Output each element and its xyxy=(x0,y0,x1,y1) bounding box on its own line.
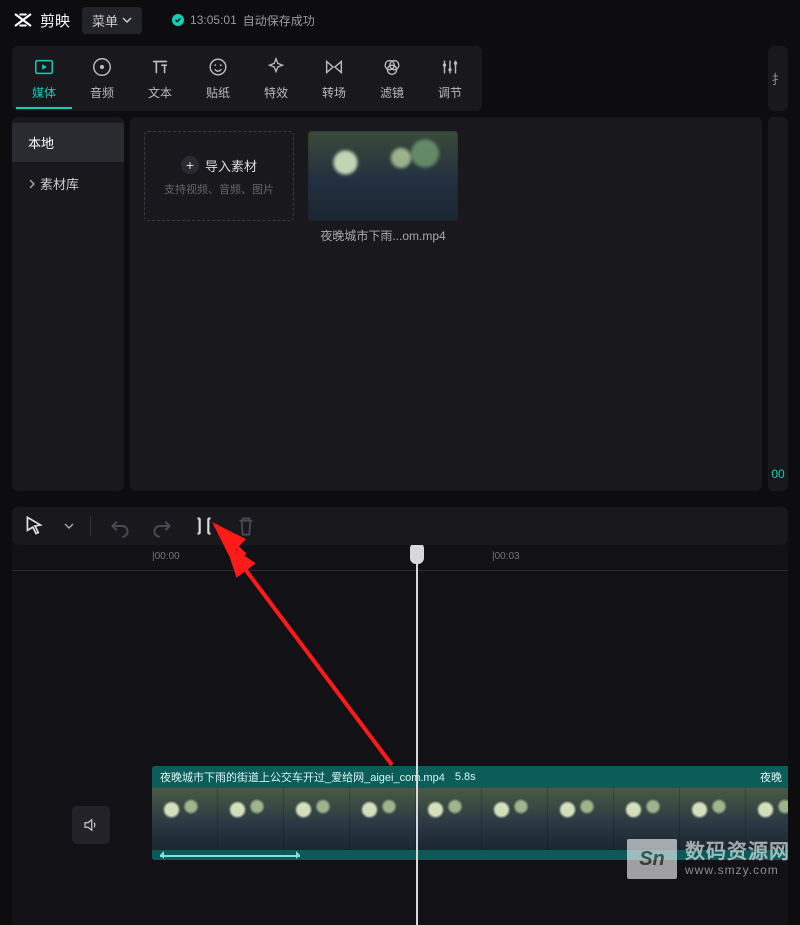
watermark: Sn 数码资源网 www.smzy.com xyxy=(627,839,790,879)
tab-filter[interactable]: 滤镜 xyxy=(364,52,420,109)
tab-label: 转场 xyxy=(322,84,346,101)
main-row: 本地 素材库 + 导入素材 支持视频、音频、图片 夜晚城市下雨...om.mp4… xyxy=(0,117,800,497)
chevron-down-icon[interactable] xyxy=(64,521,74,531)
tab-transition[interactable]: 转场 xyxy=(306,52,362,109)
playhead-handle[interactable] xyxy=(410,545,424,564)
watermark-url: www.smzy.com xyxy=(685,864,790,878)
tab-audio[interactable]: 音频 xyxy=(74,52,130,109)
chevron-right-icon xyxy=(28,179,36,189)
right-panel-marker: 扌 xyxy=(771,69,784,88)
tab-label: 媒体 xyxy=(32,84,56,101)
media-thumbnail[interactable] xyxy=(308,131,458,221)
app-logo: 剪映 xyxy=(12,9,70,31)
undo-button[interactable] xyxy=(107,513,133,539)
tab-label: 音频 xyxy=(90,84,114,101)
media-filename: 夜晚城市下雨...om.mp4 xyxy=(308,227,458,244)
timeline-toolbar xyxy=(12,507,788,545)
audio-icon xyxy=(91,56,113,78)
autosave-status: 13:05:01 自动保存成功 xyxy=(172,12,315,29)
import-media-box[interactable]: + 导入素材 支持视频、音频、图片 xyxy=(144,131,294,221)
tab-label: 调节 xyxy=(438,84,462,101)
plus-icon: + xyxy=(181,156,199,174)
nav-local[interactable]: 本地 xyxy=(12,123,124,162)
tab-adjust[interactable]: 调节 xyxy=(422,52,478,109)
nav-label: 本地 xyxy=(28,133,54,152)
transition-icon xyxy=(323,56,345,78)
media-panel: + 导入素材 支持视频、音频、图片 夜晚城市下雨...om.mp4 xyxy=(130,117,762,491)
speaker-icon xyxy=(82,816,100,834)
media-icon xyxy=(33,56,55,78)
tab-effects[interactable]: 特效 xyxy=(248,52,304,109)
tab-text[interactable]: 文本 xyxy=(132,52,188,109)
nav-library[interactable]: 素材库 xyxy=(12,164,124,203)
filter-icon xyxy=(381,56,403,78)
selection-tool[interactable] xyxy=(22,513,48,539)
clip-range-indicator xyxy=(160,853,300,857)
clip-filename: 夜晚城市下雨的街道上公交车开过_爱给网_aigei_com.mp4 xyxy=(160,769,445,785)
save-time: 13:05:01 xyxy=(190,13,237,27)
ruler-tick: |00:00 xyxy=(152,551,180,562)
redo-button[interactable] xyxy=(149,513,175,539)
top-tabs: 媒体 音频 文本 贴纸 特效 xyxy=(12,46,482,111)
import-title: 导入素材 xyxy=(205,156,257,175)
nav-label: 素材库 xyxy=(40,174,79,193)
app-name: 剪映 xyxy=(40,10,70,31)
media-source-nav: 本地 素材库 xyxy=(12,117,124,491)
sticker-icon xyxy=(207,56,229,78)
delete-button[interactable] xyxy=(233,513,259,539)
import-subtitle: 支持视频、音频、图片 xyxy=(164,181,274,197)
clip-header: 夜晚城市下雨的街道上公交车开过_爱给网_aigei_com.mp4 5.8s xyxy=(152,766,788,788)
menu-button[interactable]: 菜单 xyxy=(82,7,142,34)
media-item[interactable]: 夜晚城市下雨...om.mp4 xyxy=(308,131,458,244)
menu-label: 菜单 xyxy=(92,11,118,30)
logo-icon xyxy=(12,9,34,31)
track-mute-button[interactable] xyxy=(72,806,110,844)
clip-right-label: 夜晚 xyxy=(760,769,782,785)
chevron-down-icon xyxy=(122,15,132,25)
check-icon xyxy=(172,14,184,26)
adjust-icon xyxy=(439,56,461,78)
preview-panel-edge: 00 xyxy=(768,117,788,491)
split-button[interactable] xyxy=(191,513,217,539)
clip-duration: 5.8s xyxy=(455,771,476,783)
tab-media[interactable]: 媒体 xyxy=(16,52,72,109)
playhead[interactable] xyxy=(416,545,418,925)
tab-sticker[interactable]: 贴纸 xyxy=(190,52,246,109)
app-header: 剪映 菜单 13:05:01 自动保存成功 xyxy=(0,0,800,40)
watermark-brand: 数码资源网 xyxy=(685,841,790,864)
right-panel-edge: 扌 xyxy=(768,46,788,111)
tab-label: 滤镜 xyxy=(380,84,404,101)
effects-icon xyxy=(265,56,287,78)
preview-edge-text: 00 xyxy=(771,467,784,481)
top-tabs-row: 媒体 音频 文本 贴纸 特效 xyxy=(0,40,800,117)
tab-label: 贴纸 xyxy=(206,84,230,101)
toolbar-divider xyxy=(90,516,91,536)
ruler-tick: |00:03 xyxy=(492,551,520,562)
timeline-ruler[interactable]: |00:00 |00:03 xyxy=(12,545,788,571)
tab-label: 文本 xyxy=(148,84,172,101)
tab-label: 特效 xyxy=(264,84,288,101)
save-text: 自动保存成功 xyxy=(243,12,315,29)
text-icon xyxy=(149,56,171,78)
watermark-logo: Sn xyxy=(627,839,677,879)
